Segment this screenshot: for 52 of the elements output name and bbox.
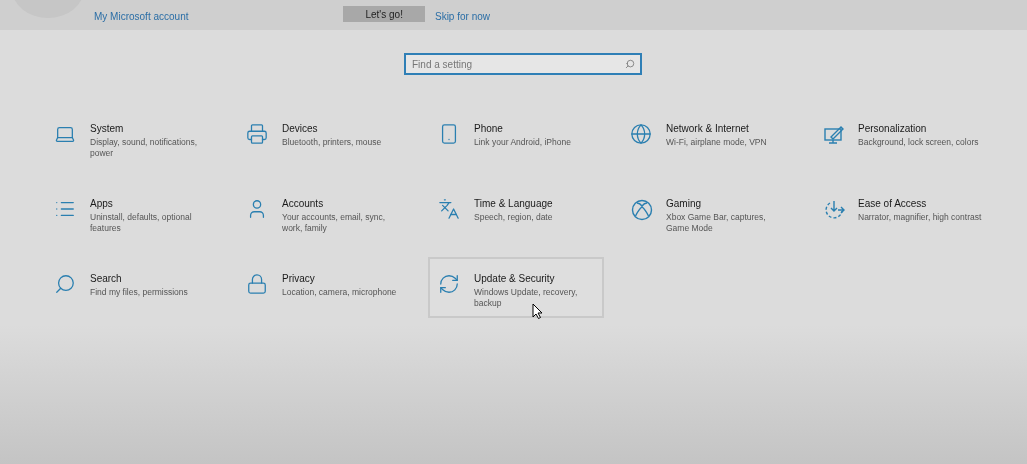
settings-tile[interactable]: Privacy Location, camera, microphone [236, 267, 412, 306]
tile-description: Uninstall, defaults, optional features [90, 212, 193, 234]
xbox-icon [630, 198, 654, 222]
settings-tile[interactable]: Personalization Background, lock screen, colors [812, 117, 988, 156]
settings-tile[interactable]: Apps Uninstall, defaults, optional features [44, 192, 220, 242]
tile-description: Narrator, magnifier, high contrast [858, 212, 982, 223]
cursor-icon [532, 303, 543, 319]
settings-tile[interactable]: Devices Bluetooth, printers, mouse [236, 117, 412, 156]
tile-title: Ease of Access [858, 198, 928, 209]
settings-tile[interactable]: Network & Internet Wi-Fi, airplane mode, VPN [620, 117, 796, 156]
tile-title: System [90, 123, 125, 134]
settings-tile[interactable]: Time & Language Speech, region, date [428, 192, 604, 231]
tile-title: Gaming [666, 198, 702, 209]
search-field[interactable]: Find a setting [404, 53, 642, 75]
settings-tile[interactable]: Gaming Xbox Game Bar, captures, Game Mode [620, 192, 796, 242]
skip-link[interactable]: Skip for now [434, 11, 490, 22]
lock-icon [246, 273, 268, 295]
tile-description: Wi-Fi, airplane mode, VPN [666, 137, 767, 148]
tile-title: Phone [474, 123, 504, 134]
globe-icon [630, 123, 652, 145]
ease-of-access-icon [822, 198, 846, 222]
settings-tile[interactable]: Ease of Access Narrator, magnifier, high contrast [812, 192, 988, 231]
account-link[interactable]: My Microsoft account [94, 11, 189, 22]
tile-description: Link your Android, iPhone [474, 137, 571, 148]
tile-description: Location, camera, microphone [282, 287, 397, 298]
search-icon [625, 59, 635, 69]
lets-go-button[interactable]: Let's go! [343, 6, 425, 22]
settings-tile[interactable]: Accounts Your accounts, email, sync, work, family [236, 192, 412, 242]
tile-title: Privacy [282, 273, 316, 284]
tile-description: Display, sound, notifications, power [90, 137, 199, 159]
tile-title: Personalization [858, 123, 928, 134]
tile-title: Network & Internet [666, 123, 750, 134]
search-icon [54, 273, 76, 295]
settings-tile[interactable]: System Display, sound, notifications, power [44, 117, 220, 167]
tile-description: Your accounts, email, sync, work, family [282, 212, 387, 234]
tile-description: Speech, region, date [474, 212, 553, 223]
settings-tile[interactable]: Phone Link your Android, iPhone [428, 117, 604, 156]
sync-icon [438, 273, 460, 295]
tile-title: Accounts [282, 198, 325, 209]
tile-title: Devices [282, 123, 319, 134]
language-icon [438, 198, 460, 220]
tile-title: Time & Language [474, 198, 553, 209]
tile-title: Update & Security [474, 273, 556, 284]
settings-tile[interactable]: Search Find my files, permissions [44, 267, 220, 306]
tile-description: Xbox Game Bar, captures, Game Mode [666, 212, 767, 234]
tile-description: Bluetooth, printers, mouse [282, 137, 382, 148]
settings-tile[interactable]: Update & Security Windows Update, recovery, backup [428, 257, 604, 318]
tile-description: Background, lock screen, colors [858, 137, 979, 148]
tile-description: Find my files, permissions [90, 287, 188, 298]
tile-title: Apps [90, 198, 114, 209]
tile-title: Search [90, 273, 123, 284]
tile-description: Windows Update, recovery, backup [474, 287, 579, 309]
